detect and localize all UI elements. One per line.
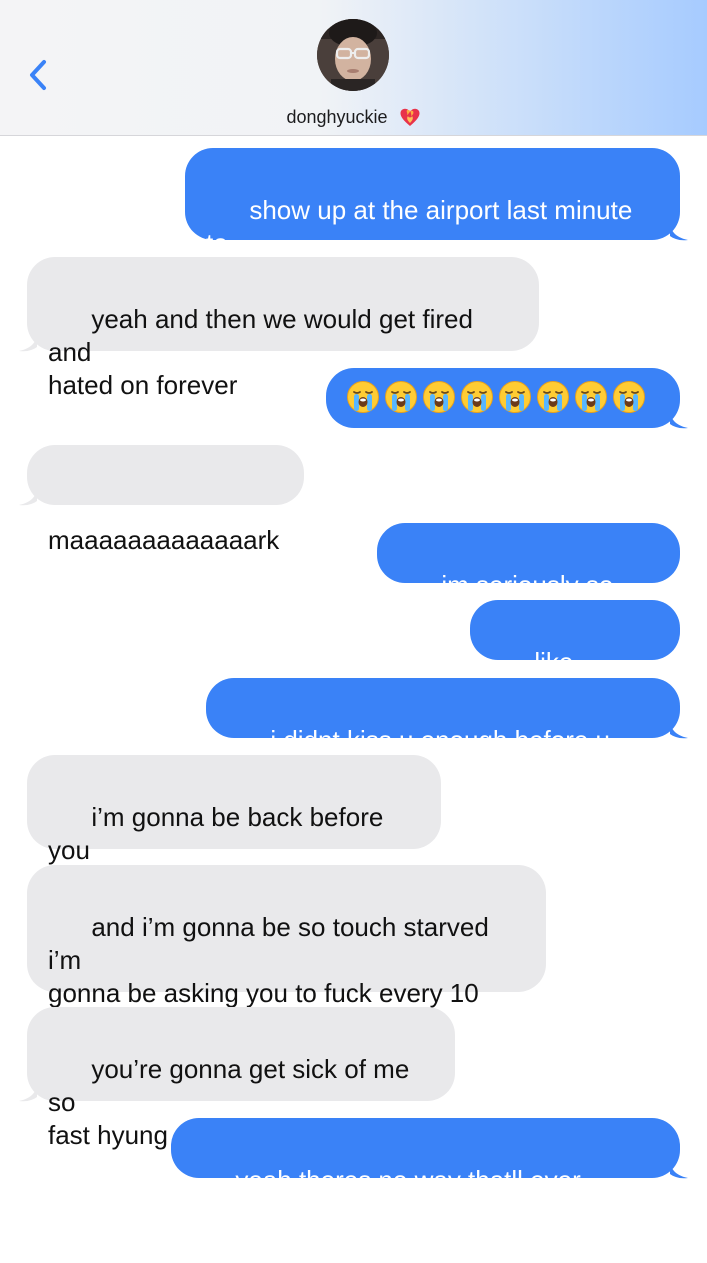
- sent-message-bubble[interactable]: i didnt kiss u enough before u left...: [206, 678, 680, 788]
- sent-message-bubble[interactable]: yeah theres no way thatll ever happen: [171, 1118, 680, 1228]
- received-message-bubble[interactable]: i’m gonna be back before you even notice: [27, 755, 441, 898]
- back-button[interactable]: [22, 50, 62, 100]
- received-message-bubble[interactable]: and i’m gonna be so touch starved i’m go…: [27, 865, 546, 1041]
- message-row: yeah theres no way thatll ever happen: [0, 1118, 707, 1228]
- message-row: yeah and then we would get fired and hat…: [0, 257, 707, 400]
- heart-on-fire-icon: [399, 106, 421, 128]
- message-row: im seriously so upset: [0, 523, 707, 633]
- received-message-bubble[interactable]: maaaaaaaaaaaaark: [27, 445, 304, 555]
- sent-bubble-tail: [670, 718, 688, 739]
- message-row: like genuinely: [0, 600, 707, 710]
- loudly-crying-face-icon: [499, 381, 531, 413]
- sent-bubble-tail: [670, 408, 688, 429]
- chevron-left-icon: [30, 60, 46, 90]
- avatar-photo: [317, 19, 389, 91]
- message-row: show up at the airport last minute to ki…: [0, 148, 707, 291]
- message-row: i didnt kiss u enough before u left...: [0, 678, 707, 788]
- loudly-crying-face-icon: [537, 381, 569, 413]
- message-text: yeah theres no way thatll ever happen: [192, 1165, 588, 1228]
- loudly-crying-face-icon: [613, 381, 645, 413]
- sent-message-bubble[interactable]: like genuinely: [470, 600, 680, 710]
- contact-avatar[interactable]: [317, 19, 389, 91]
- message-row: [0, 368, 707, 430]
- loudly-crying-face-icon: [423, 381, 455, 413]
- contact-title[interactable]: donghyuckie: [0, 104, 707, 129]
- received-bubble-tail: [19, 1081, 37, 1102]
- loudly-crying-face-icon: [461, 381, 493, 413]
- received-bubble-tail: [19, 485, 37, 506]
- message-row: and i’m gonna be so touch starved i’m go…: [0, 865, 707, 1041]
- sent-emoji-bubble[interactable]: [326, 368, 680, 428]
- received-bubble-tail: [19, 331, 37, 352]
- received-message-bubble[interactable]: you’re gonna get sick of me so fast hyun…: [27, 1007, 455, 1150]
- received-message-bubble[interactable]: yeah and then we would get fired and hat…: [27, 257, 539, 400]
- message-thread[interactable]: show up at the airport last minute to ki…: [0, 136, 707, 1228]
- message-row: i’m gonna be back before you even notice: [0, 755, 707, 898]
- loudly-crying-face-icon: [347, 381, 379, 413]
- sent-message-bubble[interactable]: show up at the airport last minute to ki…: [185, 148, 680, 291]
- contact-name: donghyuckie: [286, 107, 388, 128]
- message-row: you’re gonna get sick of me so fast hyun…: [0, 1007, 707, 1150]
- conversation-header: donghyuckie: [0, 0, 707, 136]
- loudly-crying-face-icon: [575, 381, 607, 413]
- sent-bubble-tail: [670, 1158, 688, 1179]
- loudly-crying-face-icon: [385, 381, 417, 413]
- sent-bubble-tail: [670, 220, 688, 241]
- message-row: maaaaaaaaaaaaark: [0, 445, 707, 555]
- sent-message-bubble[interactable]: im seriously so upset: [377, 523, 680, 633]
